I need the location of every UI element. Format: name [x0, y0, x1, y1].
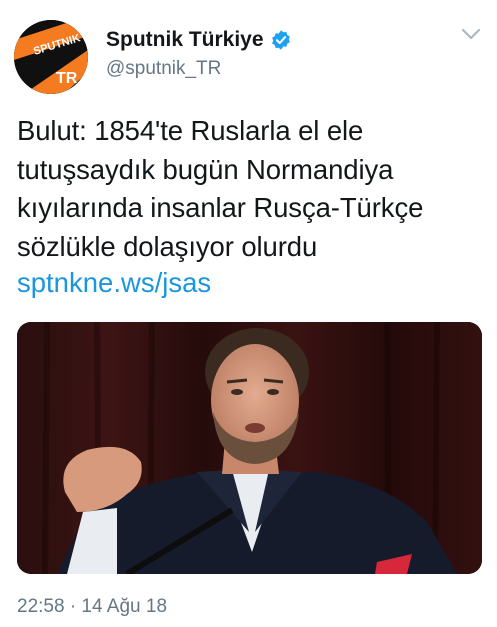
tweet-link[interactable]: sptnkne.ws/jsas — [17, 264, 211, 303]
speaker-photo — [17, 322, 482, 574]
verified-badge-icon — [271, 30, 290, 50]
tweet-text: Bulut: 1854'te Ruslarla el ele tutuşsayd… — [17, 112, 487, 266]
tweet-text-line: Bulut: 1854'te Ruslarla el ele — [17, 115, 364, 146]
tweet-text-line: kıyılarında insanlar Rusça-Türkçe — [17, 192, 424, 223]
account-handle[interactable]: @sputnik_TR — [106, 58, 292, 80]
tweet-text-line: tutuşsaydık bugün Normandiya — [17, 153, 394, 185]
tweet-card: SPUTNIK TR Sputnik Türkiye @sputnik_TR B… — [0, 0, 497, 627]
tweet-text-line: sözlükle dolaşıyor olurdu — [17, 230, 318, 262]
avatar[interactable]: SPUTNIK TR — [14, 20, 88, 94]
name-row: Sputnik Türkiye — [106, 28, 292, 52]
chevron-down-icon[interactable] — [460, 26, 482, 42]
account-info: Sputnik Türkiye @sputnik_TR — [106, 28, 292, 80]
tweet-timestamp[interactable]: 22:58 · 14 Ağu 18 — [17, 596, 167, 618]
tweet-photo[interactable] — [17, 322, 482, 574]
avatar-badge-text: TR — [56, 70, 78, 87]
display-name[interactable]: Sputnik Türkiye — [106, 28, 264, 52]
sputnik-logo-icon: SPUTNIK TR — [14, 20, 88, 94]
